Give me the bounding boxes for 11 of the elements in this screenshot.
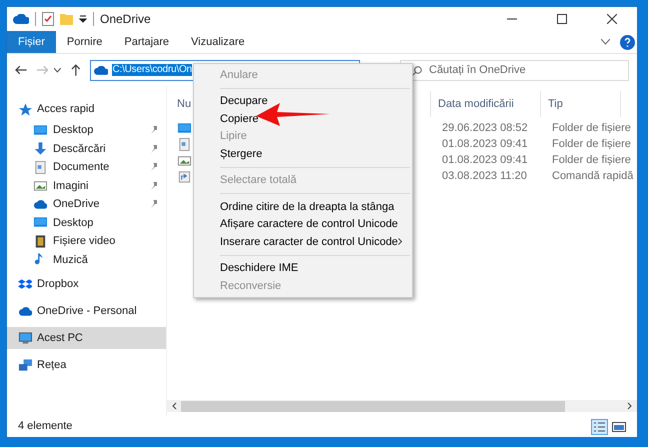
table-cell-text: 29.06.2023 08:52 bbox=[442, 120, 529, 136]
table-cell-text: Comandă rapidă bbox=[552, 168, 634, 184]
table-cell-text: Folder de fișiere bbox=[552, 136, 631, 152]
table-cell-text: Folder de fișiere bbox=[552, 152, 631, 168]
table-cell-text: 03.08.2023 11:20 bbox=[442, 168, 528, 184]
table-cell-text: 01.08.2023 09:41 bbox=[442, 136, 529, 152]
window-title: OneDrive bbox=[100, 11, 151, 28]
table-cell-text: 01.08.2023 09:41 bbox=[442, 152, 529, 168]
table-cell-text: Folder de fișiere bbox=[552, 120, 631, 136]
address-text: C:\Users\codru\On bbox=[112, 64, 192, 76]
item-count: 4 elemente bbox=[18, 419, 72, 434]
